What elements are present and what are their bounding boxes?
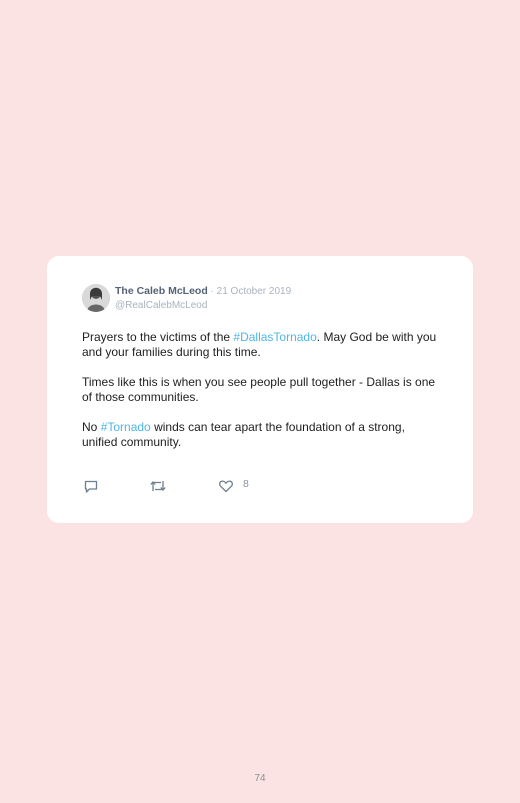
page-number: 74 bbox=[254, 773, 266, 784]
retweet-button[interactable] bbox=[149, 478, 167, 494]
tweet-paragraph-1: Prayers to the victims of the #DallasTor… bbox=[82, 330, 442, 360]
display-name[interactable]: The Caleb McLeod bbox=[115, 285, 208, 297]
tweet-date: 21 October 2019 bbox=[216, 286, 292, 297]
user-handle[interactable]: @RealCalebMcLeod bbox=[115, 299, 207, 312]
tweet-paragraph-2: Times like this is when you see people p… bbox=[82, 375, 436, 404]
tweet-body: Prayers to the victims of the #DallasTor… bbox=[82, 330, 442, 465]
avatar[interactable] bbox=[82, 284, 110, 312]
header-separator: · bbox=[207, 286, 217, 297]
retweet-icon bbox=[150, 481, 166, 491]
hashtag-dallas-tornado[interactable]: #DallasTornado bbox=[233, 330, 316, 344]
like-button[interactable] bbox=[218, 478, 234, 494]
tweet-header: The Caleb McLeod · 21 October 2019 bbox=[115, 285, 291, 298]
avatar-image bbox=[82, 284, 110, 312]
heart-icon bbox=[219, 480, 233, 493]
like-count: 8 bbox=[243, 478, 249, 490]
paragraph-3-start: No bbox=[82, 420, 101, 434]
paragraph-1-start: Prayers to the victims of the bbox=[82, 330, 234, 344]
tweet-card: The Caleb McLeod · 21 October 2019 @Real… bbox=[47, 256, 473, 523]
hashtag-tornado[interactable]: #Tornado bbox=[101, 420, 151, 434]
tweet-paragraph-3: No #Tornado winds can tear apart the fou… bbox=[82, 420, 442, 450]
reply-button[interactable] bbox=[83, 478, 99, 494]
reply-icon bbox=[84, 480, 98, 493]
